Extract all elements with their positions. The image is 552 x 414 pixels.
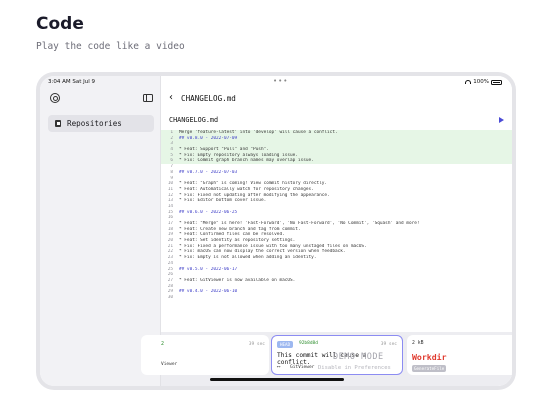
ref-badge: GenerateFile xyxy=(412,365,447,372)
workdir-size: 2 kB xyxy=(412,341,424,346)
battery-icon xyxy=(491,79,502,85)
demo-mode-watermark: DEMO MODE xyxy=(333,352,384,362)
page-subtitle: Play the code like a video xyxy=(36,41,185,52)
status-bar: 3:04 AM Sat Jul 9 ••• 100% xyxy=(40,76,512,88)
navigation-bar: ‹ CHANGELOG.md xyxy=(161,88,512,108)
commit-author: GitViewer xyxy=(290,365,315,370)
line-text: ## v0.6.0 - 2022-06-25 xyxy=(179,209,238,215)
code-line: 30 xyxy=(161,295,512,301)
line-text: ## v0.4.0 - 2022-06-10 xyxy=(179,289,238,295)
sidebar-item-label: Repositories xyxy=(67,119,122,128)
gear-icon[interactable] xyxy=(50,93,60,103)
main-pane: ‹ CHANGELOG.md CHANGELOG.md 1 Merge 'feat… xyxy=(141,76,512,386)
wifi-icon xyxy=(465,80,472,84)
commit-author: Viewer xyxy=(161,362,178,367)
line-text: ## v0.5.0 - 2022-06-17 xyxy=(179,266,238,272)
page-title: Code xyxy=(36,14,84,34)
demo-mode-hint: Disable in Preferences xyxy=(318,365,391,371)
status-time: 3:04 AM Sat Jul 9 xyxy=(48,79,96,85)
commit-card-workdir[interactable]: 2 kB Workdir GenerateFile xyxy=(407,335,512,375)
chevron-left-icon[interactable]: ‹ xyxy=(169,93,173,103)
multitasking-dots[interactable]: ••• xyxy=(273,77,288,85)
file-name: CHANGELOG.md xyxy=(169,116,219,124)
line-text: * Feat: GitViewer is now available on ma… xyxy=(179,277,296,283)
merge-arrow-icon: ⟷ xyxy=(277,364,281,370)
line-text: * Fix: Commit graph branch names may ove… xyxy=(179,158,314,164)
line-number: 30 xyxy=(167,294,173,300)
repo-icon xyxy=(55,120,61,127)
code-view: 1 Merge 'feature-latest' into 'develop' w… xyxy=(161,130,512,301)
head-badge: HEAD xyxy=(277,341,294,348)
line-text: * Fix: Editor bottom cover issue. xyxy=(179,198,267,204)
workdir-label: Workdir xyxy=(412,352,447,362)
home-indicator[interactable] xyxy=(210,378,344,381)
line-text: * Fix: Empty is not allowed when adding … xyxy=(179,255,317,261)
commit-card-previous[interactable]: 2 39 sec Viewer xyxy=(141,335,269,375)
commit-number: 2 xyxy=(161,341,165,347)
nav-title: CHANGELOG.md xyxy=(181,93,236,103)
play-icon[interactable] xyxy=(499,117,504,123)
file-header: CHANGELOG.md xyxy=(161,111,512,129)
commit-time: 39 sec xyxy=(248,342,265,347)
status-right: 100% xyxy=(465,79,502,85)
line-text: ## v0.7.0 - 2022-07-03 xyxy=(179,169,238,175)
sidebar-item-repositories[interactable]: Repositories xyxy=(48,115,154,132)
device-screen: 3:04 AM Sat Jul 9 ••• 100% Repositories … xyxy=(40,76,512,386)
sidebar-toggle-icon[interactable] xyxy=(143,94,153,102)
device-frame: 3:04 AM Sat Jul 9 ••• 100% Repositories … xyxy=(36,72,516,390)
commit-hash: 92b8d8d xyxy=(299,341,318,346)
battery-percent: 100% xyxy=(473,79,489,85)
commit-time: 39 sec xyxy=(380,342,397,347)
line-text: ## v0.8.0 - 2022-07-09 xyxy=(179,135,238,141)
